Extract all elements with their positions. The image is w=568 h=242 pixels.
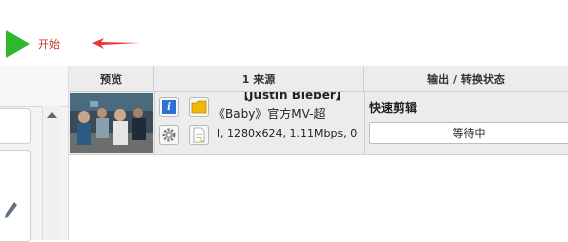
source-title-line1: 【Justin Bieber】: [237, 92, 348, 102]
source-title-line2: 《Baby》官方MV-超: [215, 107, 326, 121]
header-preview[interactable]: 预览: [69, 66, 154, 92]
task-item[interactable]: [0, 150, 31, 242]
header-source[interactable]: 1 来源: [154, 66, 364, 92]
task-item[interactable]: [0, 108, 31, 144]
toolbar: 开始: [0, 0, 568, 66]
source-info: 【Justin Bieber】 《Baby》官方MV-超 l, 1280x624…: [215, 92, 365, 154]
video-thumbnail[interactable]: [70, 93, 153, 153]
open-folder-button[interactable]: [189, 97, 209, 117]
output-preset[interactable]: 快速剪辑: [369, 99, 417, 116]
document-icon: [193, 127, 205, 143]
settings-button[interactable]: [159, 125, 179, 145]
pen-icon: [5, 202, 17, 218]
task-table: 预览 1 来源 输出 / 转换状态 i 【Justin Bieber】 《Bab…: [69, 66, 568, 240]
status-button[interactable]: 等待中: [369, 122, 568, 144]
column-divider: [154, 92, 155, 154]
header-output[interactable]: 输出 / 转换状态: [364, 66, 568, 92]
left-panel: [0, 66, 69, 242]
start-button[interactable]: 开始: [6, 30, 60, 58]
file-info-button[interactable]: [189, 125, 209, 145]
arrow-left-icon: [92, 38, 140, 49]
info-icon: i: [162, 100, 176, 114]
task-list: [0, 108, 40, 242]
left-panel-header: [0, 66, 68, 107]
scroll-up-icon[interactable]: [47, 112, 57, 118]
column-divider: [364, 92, 365, 154]
source-media-info: l, 1280x624, 1.11Mbps, 0: [217, 127, 358, 140]
start-label: 开始: [38, 38, 60, 51]
info-button[interactable]: i: [159, 97, 179, 117]
gear-icon: [162, 128, 176, 142]
folder-icon: [191, 100, 207, 114]
table-row[interactable]: i 【Justin Bieber】 《Baby》官方MV-超 l, 1280x6…: [69, 92, 568, 155]
output-cell: 快速剪辑 等待中: [365, 92, 568, 154]
play-icon: [6, 30, 30, 58]
left-panel-scrollbar[interactable]: [42, 106, 61, 240]
